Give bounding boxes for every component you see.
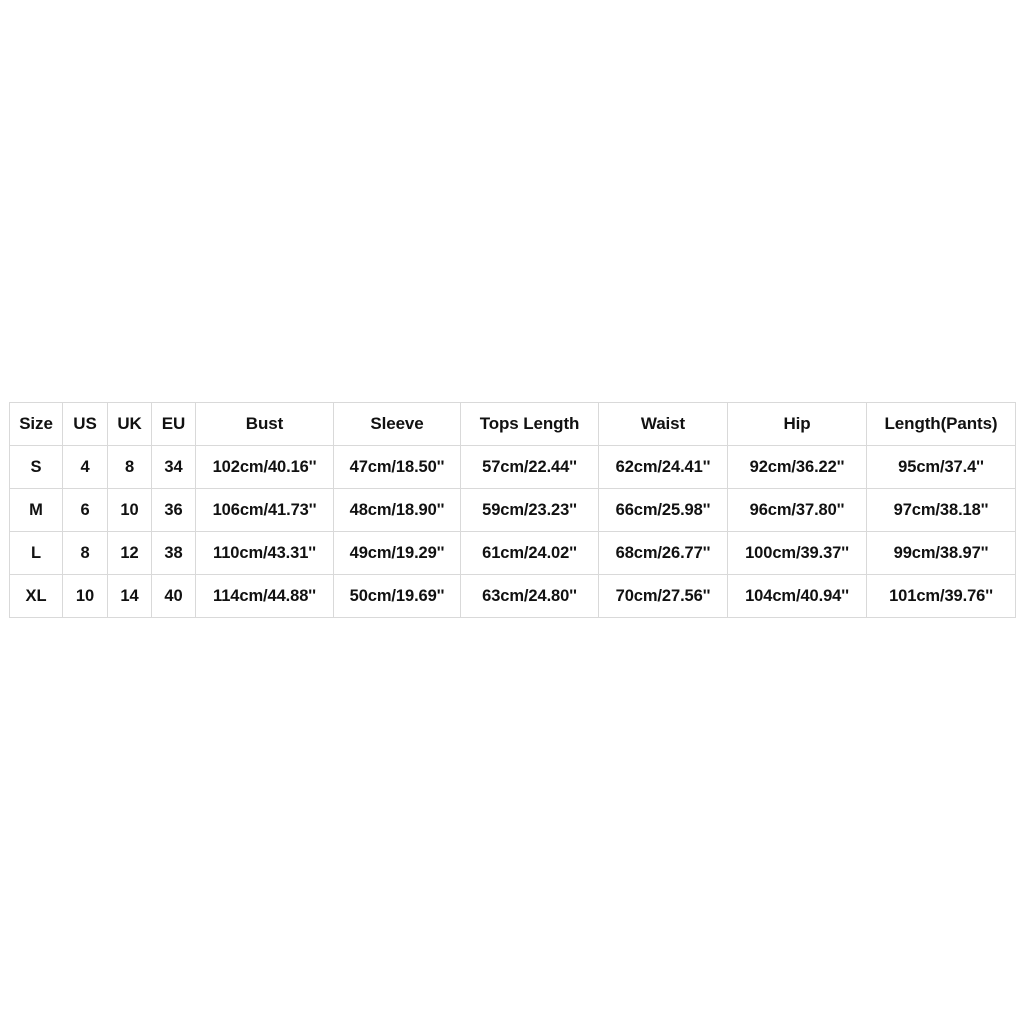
cell-length-pants: 101cm/39.76'' — [866, 574, 1016, 618]
cell-tops-length: 63cm/24.80'' — [460, 574, 599, 618]
cell-uk: 8 — [107, 445, 152, 489]
table-header: Size US UK EU Bust Sleeve Tops Length Wa… — [9, 402, 1016, 446]
cell-waist: 62cm/24.41'' — [598, 445, 728, 489]
column-header-waist: Waist — [598, 402, 728, 446]
column-header-sleeve: Sleeve — [333, 402, 461, 446]
cell-length-pants: 97cm/38.18'' — [866, 488, 1016, 532]
cell-hip: 96cm/37.80'' — [727, 488, 867, 532]
column-header-eu: EU — [151, 402, 196, 446]
cell-length-pants: 95cm/37.4'' — [866, 445, 1016, 489]
cell-eu: 40 — [151, 574, 196, 618]
cell-size: M — [9, 488, 63, 532]
cell-us: 8 — [62, 531, 108, 575]
cell-sleeve: 48cm/18.90'' — [333, 488, 461, 532]
table-row: L 8 12 38 110cm/43.31'' 49cm/19.29'' 61c… — [9, 531, 1016, 575]
cell-eu: 38 — [151, 531, 196, 575]
cell-eu: 34 — [151, 445, 196, 489]
table-header-row: Size US UK EU Bust Sleeve Tops Length Wa… — [9, 402, 1016, 446]
table-row: XL 10 14 40 114cm/44.88'' 50cm/19.69'' 6… — [9, 574, 1016, 618]
cell-us: 10 — [62, 574, 108, 618]
cell-waist: 70cm/27.56'' — [598, 574, 728, 618]
cell-bust: 110cm/43.31'' — [195, 531, 334, 575]
column-header-uk: UK — [107, 402, 152, 446]
cell-uk: 14 — [107, 574, 152, 618]
cell-tops-length: 57cm/22.44'' — [460, 445, 599, 489]
column-header-us: US — [62, 402, 108, 446]
column-header-bust: Bust — [195, 402, 334, 446]
cell-size: S — [9, 445, 63, 489]
cell-sleeve: 50cm/19.69'' — [333, 574, 461, 618]
cell-tops-length: 59cm/23.23'' — [460, 488, 599, 532]
cell-eu: 36 — [151, 488, 196, 532]
cell-sleeve: 49cm/19.29'' — [333, 531, 461, 575]
cell-us: 4 — [62, 445, 108, 489]
column-header-tops-length: Tops Length — [460, 402, 599, 446]
cell-sleeve: 47cm/18.50'' — [333, 445, 461, 489]
cell-uk: 10 — [107, 488, 152, 532]
cell-bust: 106cm/41.73'' — [195, 488, 334, 532]
cell-tops-length: 61cm/24.02'' — [460, 531, 599, 575]
cell-waist: 66cm/25.98'' — [598, 488, 728, 532]
page-canvas: Size US UK EU Bust Sleeve Tops Length Wa… — [0, 0, 1024, 1024]
cell-bust: 102cm/40.16'' — [195, 445, 334, 489]
size-chart-table: Size US UK EU Bust Sleeve Tops Length Wa… — [9, 402, 1016, 618]
cell-us: 6 — [62, 488, 108, 532]
cell-size: XL — [9, 574, 63, 618]
table-row: S 4 8 34 102cm/40.16'' 47cm/18.50'' 57cm… — [9, 445, 1016, 489]
cell-hip: 104cm/40.94'' — [727, 574, 867, 618]
cell-hip: 100cm/39.37'' — [727, 531, 867, 575]
cell-waist: 68cm/26.77'' — [598, 531, 728, 575]
table-body: S 4 8 34 102cm/40.16'' 47cm/18.50'' 57cm… — [9, 445, 1016, 618]
column-header-hip: Hip — [727, 402, 867, 446]
cell-bust: 114cm/44.88'' — [195, 574, 334, 618]
size-chart-container: Size US UK EU Bust Sleeve Tops Length Wa… — [9, 402, 1016, 618]
table-row: M 6 10 36 106cm/41.73'' 48cm/18.90'' 59c… — [9, 488, 1016, 532]
cell-hip: 92cm/36.22'' — [727, 445, 867, 489]
column-header-size: Size — [9, 402, 63, 446]
column-header-length-pants: Length(Pants) — [866, 402, 1016, 446]
cell-size: L — [9, 531, 63, 575]
cell-uk: 12 — [107, 531, 152, 575]
cell-length-pants: 99cm/38.97'' — [866, 531, 1016, 575]
